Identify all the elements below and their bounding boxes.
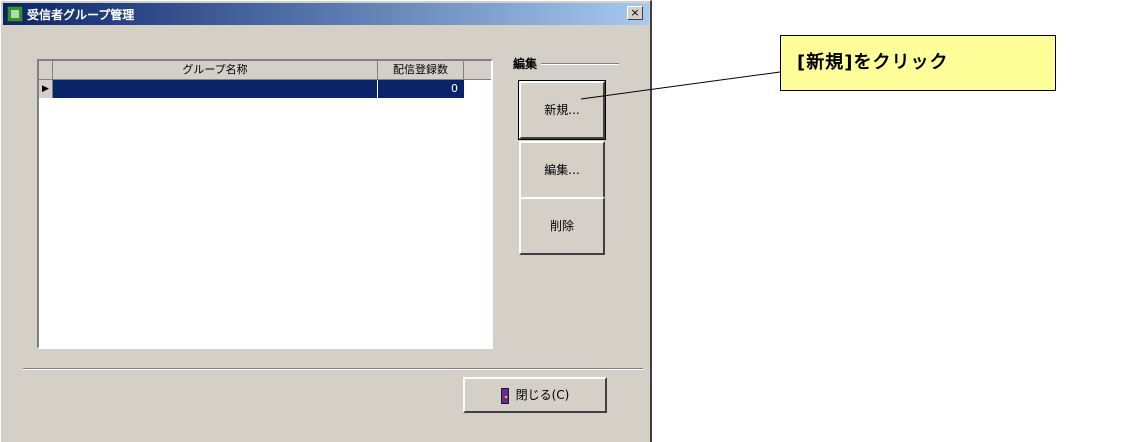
header-registration-count[interactable]: 配信登録数 [378,61,464,79]
table-row[interactable]: ▶ 0 [39,80,464,98]
grid-header: グループ名称 配信登録数 [39,61,491,80]
footer-divider [23,368,643,370]
row-pointer-icon: ▶ [39,80,53,98]
group-grid[interactable]: グループ名称 配信登録数 ▶ 0 [37,59,493,349]
door-icon [500,387,510,404]
cell-registration-count[interactable]: 0 [378,80,464,98]
close-button-label: 閉じる(C) [515,388,570,402]
title-bar[interactable]: 受信者グループ管理 × [3,3,649,25]
header-group-name[interactable]: グループ名称 [53,61,378,79]
delete-button[interactable]: 削除 [519,197,605,255]
close-button[interactable]: 閉じる(C) [463,377,607,413]
close-window-button[interactable]: × [627,6,643,20]
window-title: 受信者グループ管理 [27,8,135,22]
edit-button[interactable]: 編集... [519,141,605,199]
edit-group-line [541,63,619,65]
cell-group-name[interactable] [53,80,378,98]
header-selector-cell [39,61,53,79]
app-icon [7,6,23,22]
dialog-window: 受信者グループ管理 × グループ名称 配信登録数 ▶ 0 編集 新規... 編集… [0,0,652,442]
edit-group-label: 編集 [513,55,542,72]
instruction-callout: [新規]をクリック [780,35,1056,91]
new-button[interactable]: 新規... [518,80,606,140]
